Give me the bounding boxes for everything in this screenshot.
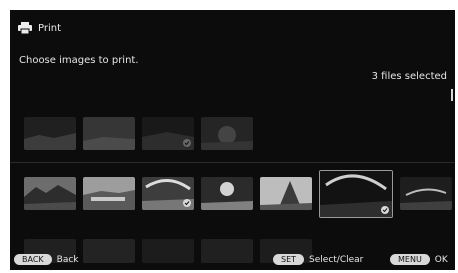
thumbnail-image-5[interactable] xyxy=(24,177,76,210)
print-screen: Print Choose images to print. 3 files se… xyxy=(10,10,455,270)
thumbnail-image-11[interactable] xyxy=(400,177,452,210)
instruction-text: Choose images to print. xyxy=(19,55,139,66)
printer-icon xyxy=(18,22,32,34)
menu-control[interactable]: MENU OK xyxy=(390,254,448,265)
thumbnail-row-top xyxy=(24,117,253,150)
menu-key[interactable]: MENU xyxy=(390,254,430,265)
thumbnail-image-8[interactable] xyxy=(201,177,253,210)
thumbnail-image-14[interactable] xyxy=(142,239,194,263)
thumbnail-image-7[interactable] xyxy=(142,177,194,210)
back-control[interactable]: BACK Back xyxy=(14,254,79,265)
scroll-indicator xyxy=(451,89,453,101)
thumbnail-image-2[interactable] xyxy=(83,117,135,150)
selected-check-icon xyxy=(183,139,191,147)
thumbnail-row-middle xyxy=(24,170,452,218)
set-key[interactable]: SET xyxy=(273,254,305,265)
thumbnail-image-6[interactable] xyxy=(83,177,135,210)
thumbnail-image-4[interactable] xyxy=(201,117,253,150)
back-key[interactable]: BACK xyxy=(14,254,52,265)
screen-title: Print xyxy=(38,22,62,34)
thumbnail-image-9[interactable] xyxy=(260,177,312,210)
selected-check-icon xyxy=(381,206,389,214)
thumbnail-image-10-focused[interactable] xyxy=(319,170,393,218)
section-divider xyxy=(10,162,455,163)
screen-header: Print xyxy=(18,22,61,34)
set-label: Select/Clear xyxy=(309,254,364,265)
selection-count: 3 files selected xyxy=(371,71,447,82)
menu-label: OK xyxy=(434,254,448,265)
thumbnail-image-3[interactable] xyxy=(142,117,194,150)
back-label: Back xyxy=(56,254,79,265)
thumbnail-image-13[interactable] xyxy=(83,239,135,263)
thumbnail-image-1[interactable] xyxy=(24,117,76,150)
thumbnail-image-15[interactable] xyxy=(201,239,253,263)
set-control[interactable]: SET Select/Clear xyxy=(273,254,363,265)
selected-check-icon xyxy=(183,199,191,207)
